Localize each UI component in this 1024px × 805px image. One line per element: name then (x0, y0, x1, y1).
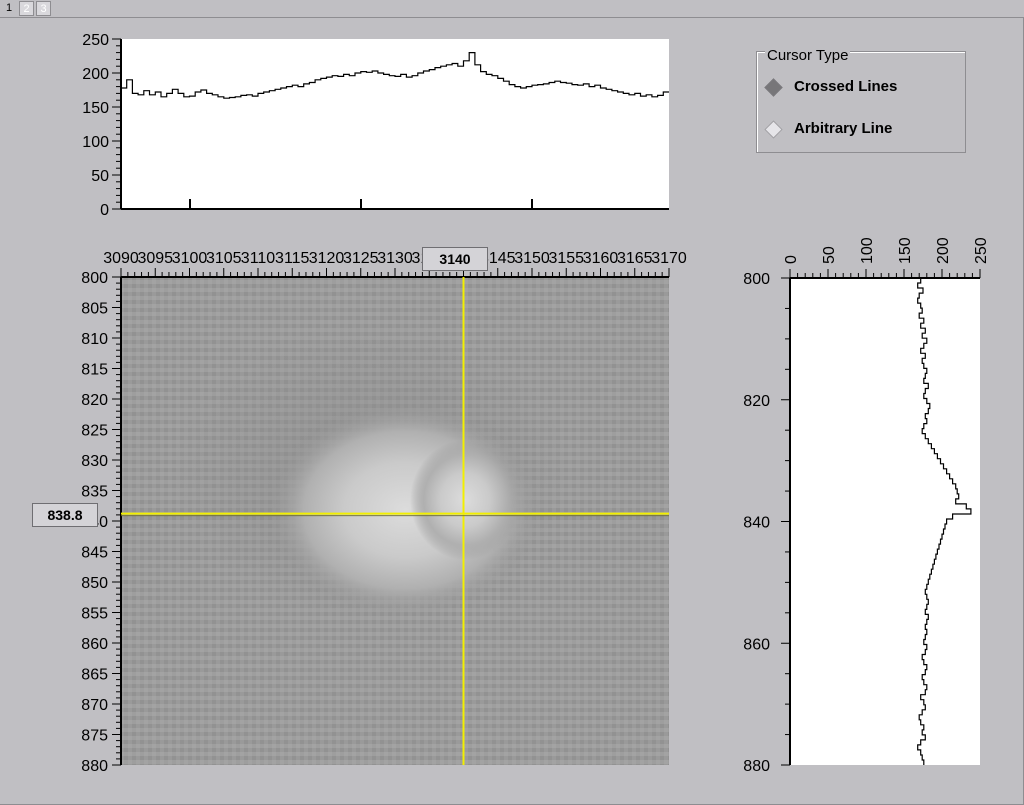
x-tick-label: 3170 (651, 250, 687, 267)
arbitrary-line-radio[interactable]: Arbitrary Line (764, 120, 954, 140)
y-tick-label: 825 (81, 423, 108, 440)
y-tick-label: 820 (81, 392, 108, 409)
x-tick-label: 3105 (206, 250, 242, 267)
y-tick-label: 840 (743, 515, 770, 532)
x-tick-label: 3115 (275, 250, 310, 267)
x-tick-label: 3120 (309, 250, 345, 267)
column-profile-plot: 0 50 100 150 200 250 (82, 32, 669, 219)
x-tick-label: 250 (973, 237, 990, 264)
y-tick-label: 880 (81, 758, 108, 775)
y-tick-label: 860 (743, 636, 770, 653)
crossed-lines-label: Crossed Lines (794, 78, 898, 95)
y-tick-label: 860 (81, 636, 108, 653)
x-tick-label: 3150 (514, 250, 550, 267)
row-profile-plot: 0 50 100 150 200 250 800 820 840 860 880 (743, 237, 990, 775)
x-tick-label: 0 (783, 255, 800, 264)
y-tick-label: 820 (743, 393, 770, 410)
x-tick-label: 3160 (583, 250, 619, 267)
y-tick-label: 100 (82, 134, 109, 151)
y-tick-label: 805 (81, 301, 108, 318)
x-tick-label: 3090 (103, 250, 139, 267)
plot-background (121, 39, 669, 209)
y-tick-label: 810 (81, 331, 108, 348)
y-tick-label: 250 (82, 32, 109, 49)
radio-selected-icon (764, 78, 783, 97)
x-tick-label: 50 (821, 246, 838, 264)
y-tick-label: 50 (91, 168, 109, 185)
y-tick-label: 870 (81, 697, 108, 714)
radio-unselected-icon (764, 120, 783, 139)
y-tick-label: 835 (81, 484, 108, 501)
y-tick-label: 830 (81, 453, 108, 470)
x-tick-label: 3165 (617, 250, 653, 267)
image-bright-core (410, 440, 520, 560)
y-tick-label: 800 (743, 271, 770, 288)
arbitrary-line-label: Arbitrary Line (794, 120, 893, 137)
x-tick-label: 3125 (343, 250, 379, 267)
x-tick-label: 200 (935, 237, 952, 264)
y-tick-label: 880 (743, 758, 770, 775)
y-tick-label: 0 (100, 202, 109, 219)
x-tick-label: 150 (897, 237, 914, 264)
y-tick-label: 850 (81, 575, 108, 592)
x-tick-label: 3130 (377, 250, 413, 267)
y-tick-label: 200 (82, 66, 109, 83)
y-tick-label: 855 (81, 606, 108, 623)
y-tick-label: 875 (81, 728, 108, 745)
image-view[interactable]: 3090309531003105311031153120312531303135… (81, 250, 687, 775)
plot-background (790, 278, 980, 765)
x-tick-label: 3110 (241, 250, 276, 267)
x-tick-label: 3100 (172, 250, 208, 267)
cursor-y-readout[interactable]: 838.8 (32, 503, 98, 527)
y-tick-label: 845 (81, 545, 108, 562)
y-tick-label: 865 (81, 667, 108, 684)
cursor-type-title: Cursor Type (765, 47, 851, 64)
cursor-x-readout[interactable]: 3140 (422, 247, 488, 271)
x-tick-label: 100 (859, 237, 876, 264)
crossed-lines-radio[interactable]: Crossed Lines (764, 78, 954, 98)
y-tick-label: 815 (81, 362, 108, 379)
y-tick-label: 800 (81, 270, 108, 287)
y-tick-label: 150 (82, 100, 109, 117)
x-tick-label: 3095 (137, 250, 173, 267)
x-tick-label: 3155 (548, 250, 584, 267)
